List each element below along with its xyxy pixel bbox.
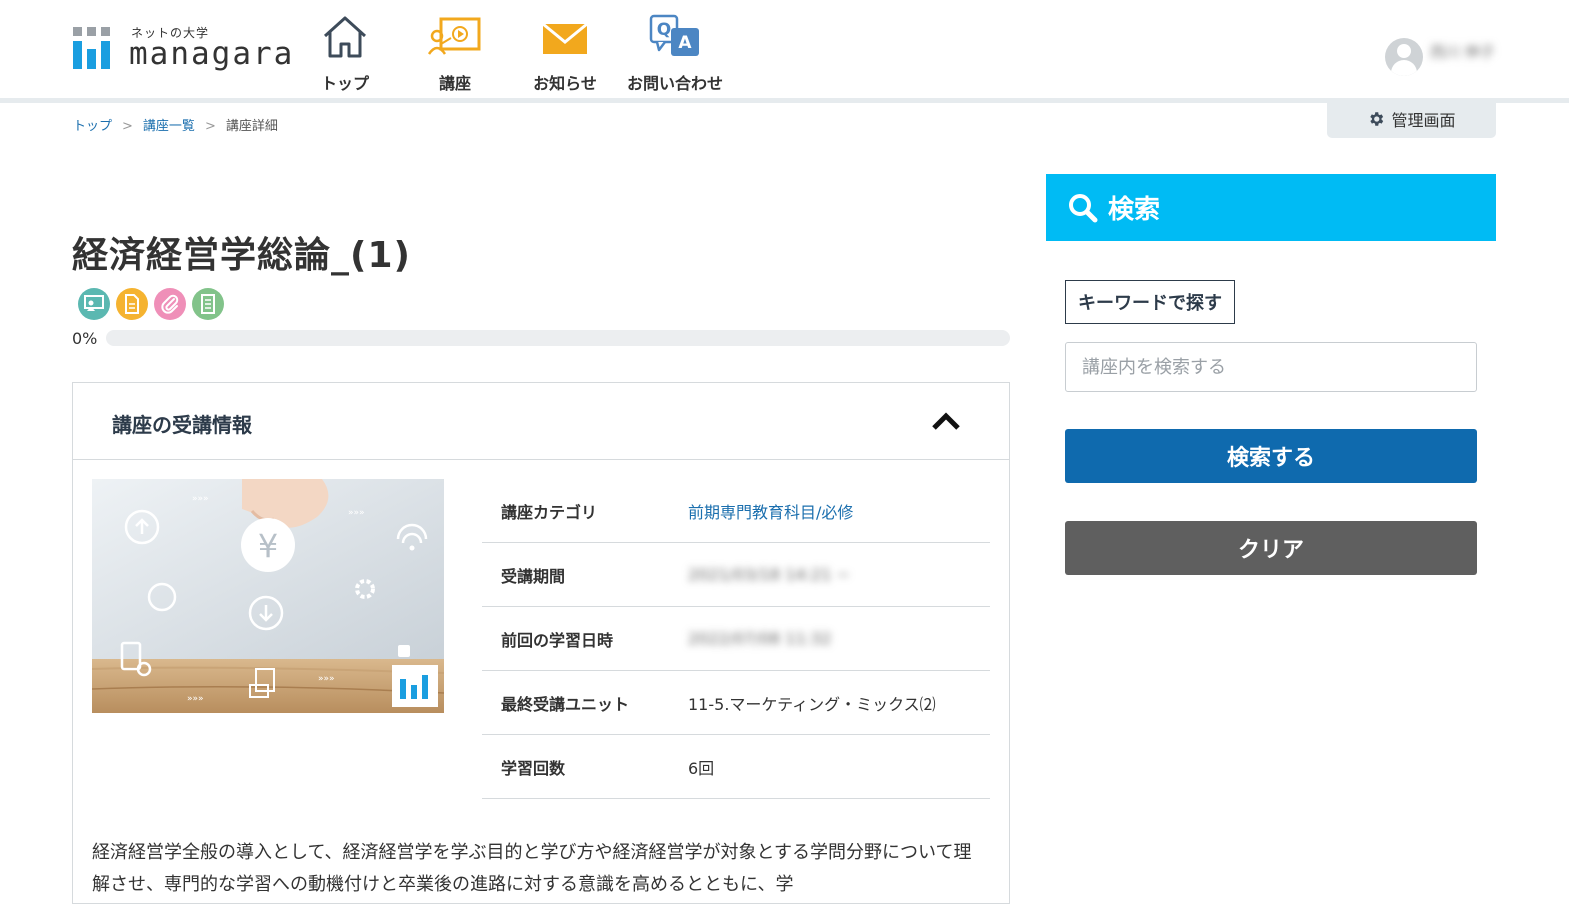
info-value-category-link[interactable]: 前期専門教育科目/必修: [688, 503, 853, 522]
search-panel-header: 検索: [1046, 174, 1496, 241]
logo-mark-icon: [73, 27, 117, 71]
info-label-last-study: 前回の学習日時: [482, 606, 688, 671]
keyword-search-label: キーワードで探す: [1065, 280, 1235, 324]
attachment-icon: [154, 288, 186, 320]
mail-icon: [542, 22, 588, 54]
search-button[interactable]: 検索する: [1065, 429, 1477, 483]
report-icon: [192, 288, 224, 320]
breadcrumb-current: 講座詳細: [225, 119, 278, 134]
table-row: 最終受講ユニット 11-5.マーケティング・ミックス⑵: [482, 670, 990, 735]
svg-text:»»»: »»»: [318, 674, 335, 684]
breadcrumb-top[interactable]: トップ: [73, 119, 112, 134]
search-panel-title: 検索: [1108, 195, 1161, 225]
user-name[interactable]: 西川 伸子: [1430, 41, 1495, 62]
nav-top[interactable]: トップ: [290, 14, 400, 94]
gear-icon: [1370, 111, 1384, 126]
breadcrumb-separator: >: [204, 119, 216, 134]
home-icon: [323, 16, 367, 58]
nav-lectures[interactable]: 講座: [400, 14, 510, 94]
nav-top-label: トップ: [320, 74, 369, 93]
table-row: 受講期間 2021/03/18 14:21 ~: [482, 542, 990, 607]
table-row: 講座カテゴリ 前期専門教育科目/必修: [482, 479, 990, 543]
svg-text:Q: Q: [657, 20, 671, 40]
svg-text:A: A: [678, 33, 692, 53]
svg-text:»»»: »»»: [192, 494, 209, 504]
info-value-study-count: 6回: [688, 734, 990, 799]
course-info-table: 講座カテゴリ 前期専門教育科目/必修 受講期間 2021/03/18 14:21…: [482, 479, 990, 799]
course-info-panel-title: 講座の受講情報: [112, 413, 252, 437]
video-icon: [78, 288, 110, 320]
table-row: 学習回数 6回: [482, 734, 990, 799]
search-input[interactable]: [1065, 342, 1477, 392]
table-row: 前回の学習日時 2022/07/08 11:32: [482, 606, 990, 671]
avatar-icon[interactable]: [1385, 38, 1423, 76]
svg-text:»»»: »»»: [187, 694, 204, 704]
nav-lectures-label: 講座: [438, 74, 471, 93]
nav-inquiries-label: お問い合わせ: [626, 74, 723, 93]
breadcrumb: トップ > 講座一覧 > 講座詳細: [73, 115, 278, 134]
qa-icon: Q A: [649, 14, 699, 56]
progress-label: 0%: [72, 329, 98, 348]
nav-notices-label: お知らせ: [533, 74, 597, 93]
collapse-chevron-up-icon[interactable]: [931, 411, 961, 435]
info-value-last-study: 2022/07/08 11:32: [688, 629, 832, 648]
page-title: 経済経営学総論_(1): [72, 235, 411, 276]
admin-button[interactable]: 管理画面: [1327, 99, 1496, 138]
course-description: 経済経営学全般の導入として、経済経営学を学ぶ目的と学び方や経済経営学が対象とする…: [92, 842, 972, 895]
info-value-last-unit: 11-5.マーケティング・ミックス⑵: [688, 670, 990, 735]
course-thumbnail: ¥ »»» »»» »»» »»»: [92, 479, 444, 713]
site-header: ネットの大学 managara トップ 講座 お知らせ Q A お問い合わせ 西…: [0, 0, 1569, 100]
lecture-icon: [427, 17, 481, 55]
nav-notices[interactable]: お知らせ: [510, 14, 620, 94]
breadcrumb-lecture-list[interactable]: 講座一覧: [143, 119, 195, 134]
progress-bar: [106, 330, 1010, 346]
managara-logo[interactable]: ネットの大学 managara: [73, 22, 292, 74]
course-info-panel: 講座の受講情報 ¥ »»» »»» »»» »»» 講座カテゴリ 前期専門教育科…: [72, 382, 1010, 904]
breadcrumb-separator: >: [122, 119, 133, 134]
info-label-category: 講座カテゴリ: [482, 479, 688, 543]
course-type-icons: [78, 288, 224, 320]
course-info-panel-header[interactable]: 講座の受講情報: [73, 383, 1009, 460]
document-icon: [116, 288, 148, 320]
clear-button[interactable]: クリア: [1065, 521, 1477, 575]
svg-text:»»»: »»»: [348, 508, 365, 518]
info-label-study-count: 学習回数: [482, 734, 688, 799]
logo-wordmark: managara: [129, 36, 295, 72]
nav-inquiries[interactable]: Q A お問い合わせ: [620, 14, 730, 94]
info-label-last-unit: 最終受講ユニット: [482, 670, 688, 735]
svg-text:¥: ¥: [258, 527, 278, 565]
info-value-period: 2021/03/18 14:21 ~: [688, 565, 850, 584]
admin-button-label: 管理画面: [1391, 110, 1456, 130]
search-icon: [1069, 193, 1098, 222]
info-label-period: 受講期間: [482, 542, 688, 607]
